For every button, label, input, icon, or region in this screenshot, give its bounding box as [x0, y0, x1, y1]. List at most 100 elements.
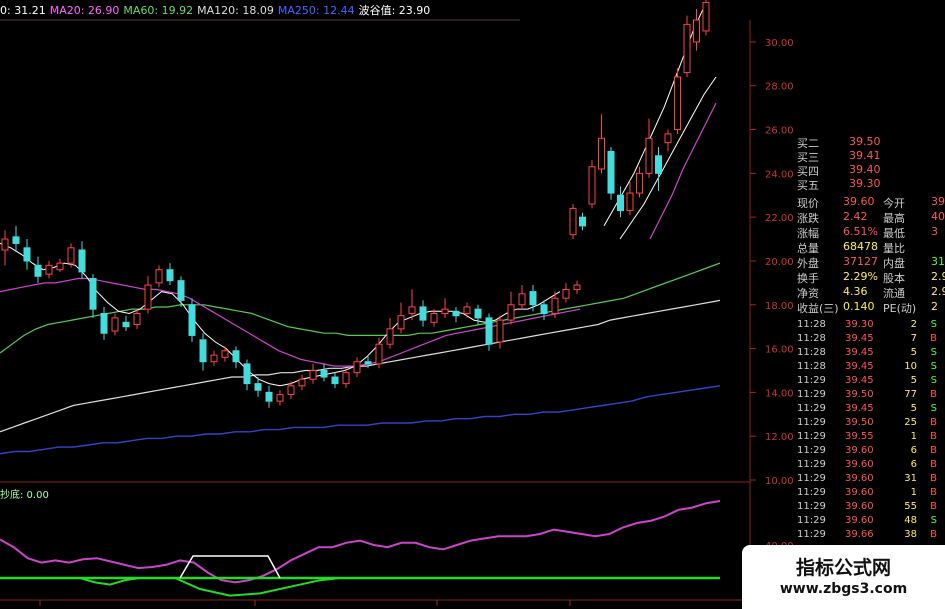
- cell: 2.9: [931, 270, 945, 283]
- candle-down[interactable]: [100, 313, 108, 334]
- candle-up[interactable]: [133, 313, 141, 325]
- candle-up[interactable]: [276, 394, 284, 402]
- cell: 4.36: [843, 285, 868, 298]
- candle-down[interactable]: [540, 304, 548, 315]
- candle-up[interactable]: [386, 328, 394, 345]
- candle-up[interactable]: [463, 306, 471, 315]
- candle-up[interactable]: [45, 264, 53, 275]
- candle-up[interactable]: [287, 385, 295, 396]
- candle-down[interactable]: [320, 369, 328, 378]
- candle-up[interactable]: [441, 308, 449, 315]
- candle-up[interactable]: [683, 23, 691, 74]
- candle-up[interactable]: [210, 354, 218, 363]
- candle-up[interactable]: [496, 319, 504, 343]
- candle-down[interactable]: [655, 155, 662, 174]
- candle-up[interactable]: [664, 133, 672, 144]
- candle-up[interactable]: [67, 247, 75, 264]
- candle-up[interactable]: [155, 269, 163, 284]
- candle-down[interactable]: [188, 304, 196, 336]
- candle-up[interactable]: [702, 1, 710, 32]
- legend-item: 0: 31.21: [0, 4, 46, 17]
- candle-down[interactable]: [265, 391, 273, 402]
- candle-down[interactable]: [232, 350, 240, 363]
- cell: 39.45: [845, 375, 874, 386]
- candle-down[interactable]: [34, 264, 42, 277]
- cell: 68478: [843, 240, 878, 253]
- candle-up[interactable]: [309, 369, 317, 380]
- cell: B: [930, 487, 937, 498]
- candle-up[interactable]: [1, 238, 9, 251]
- cell: B: [930, 445, 937, 456]
- candle-down[interactable]: [243, 363, 251, 385]
- candle-down[interactable]: [331, 376, 339, 385]
- candle-down[interactable]: [89, 277, 97, 310]
- candle-up[interactable]: [298, 378, 306, 387]
- candle-down[interactable]: [617, 194, 624, 212]
- cell: 2.29%: [843, 270, 878, 283]
- candle-down[interactable]: [529, 291, 537, 306]
- candle-up[interactable]: [588, 166, 596, 205]
- ma250-line: [0, 385, 721, 455]
- candle-down[interactable]: [122, 321, 130, 328]
- candle-up[interactable]: [56, 262, 64, 271]
- candle-up[interactable]: [645, 137, 653, 174]
- candle-down[interactable]: [419, 306, 427, 321]
- candle-down[interactable]: [254, 383, 262, 391]
- cell: 11:28: [797, 347, 826, 358]
- trade-row: 11:29 39.45 5 S: [797, 403, 945, 416]
- candle-up[interactable]: [674, 76, 681, 131]
- cell: 2: [931, 300, 938, 313]
- axis-tick-label: 16.00: [765, 345, 794, 356]
- candle-up[interactable]: [518, 293, 526, 306]
- candle-down[interactable]: [78, 249, 86, 273]
- candle-down[interactable]: [485, 317, 493, 345]
- candle-up[interactable]: [598, 137, 605, 170]
- candle-up[interactable]: [342, 372, 350, 385]
- candle-up[interactable]: [144, 284, 152, 310]
- axis-tick-label: 22.00: [765, 213, 794, 224]
- candle-up[interactable]: [408, 306, 416, 315]
- candle-down[interactable]: [607, 150, 615, 194]
- candle-down[interactable]: [579, 216, 586, 227]
- cell: 11:29: [797, 529, 826, 540]
- candle-up[interactable]: [626, 192, 634, 212]
- candle-up[interactable]: [111, 317, 119, 332]
- candle-up[interactable]: [693, 19, 700, 43]
- cell: 38: [904, 529, 917, 540]
- candle-down[interactable]: [199, 339, 207, 363]
- candle-up[interactable]: [507, 304, 515, 321]
- candle-down[interactable]: [364, 361, 372, 365]
- candle-up[interactable]: [569, 207, 577, 236]
- cell: 40: [931, 210, 945, 223]
- cell: 11:29: [797, 403, 826, 414]
- trade-row: 11:29 39.66 38 B: [797, 529, 945, 542]
- stat-row: 收益(三) 0.140 PE(动) 2: [797, 300, 945, 315]
- candle-down[interactable]: [452, 310, 460, 317]
- cell: B: [930, 529, 937, 540]
- candle-up[interactable]: [636, 172, 643, 194]
- candle-up[interactable]: [430, 313, 438, 323]
- candle-up[interactable]: [353, 361, 361, 374]
- candle-up[interactable]: [573, 284, 581, 290]
- candle-up[interactable]: [397, 315, 405, 330]
- candle-up[interactable]: [375, 343, 383, 365]
- candle-up[interactable]: [551, 297, 559, 315]
- cell: 买五: [797, 179, 819, 192]
- candle-down[interactable]: [474, 308, 482, 319]
- axis-tick-label: 24.00: [765, 169, 794, 180]
- cell: 5: [910, 403, 917, 414]
- candle-down[interactable]: [23, 247, 31, 262]
- cell: 31: [931, 255, 945, 268]
- candle-up[interactable]: [562, 288, 570, 299]
- cell: 换手: [797, 272, 819, 285]
- cell: 1: [910, 431, 917, 442]
- candlestick-layer[interactable]: [1, 0, 710, 408]
- stat-row: 换手 2.29% 股本 2.9: [797, 270, 945, 285]
- cell: 39.55: [845, 431, 874, 442]
- candle-down[interactable]: [166, 269, 174, 282]
- cell: 内盘: [883, 257, 905, 270]
- candle-up[interactable]: [221, 350, 229, 358]
- candle-down[interactable]: [12, 236, 20, 244]
- candle-down[interactable]: [177, 280, 185, 301]
- trade-row: 11:29 39.50 25 B: [797, 417, 945, 430]
